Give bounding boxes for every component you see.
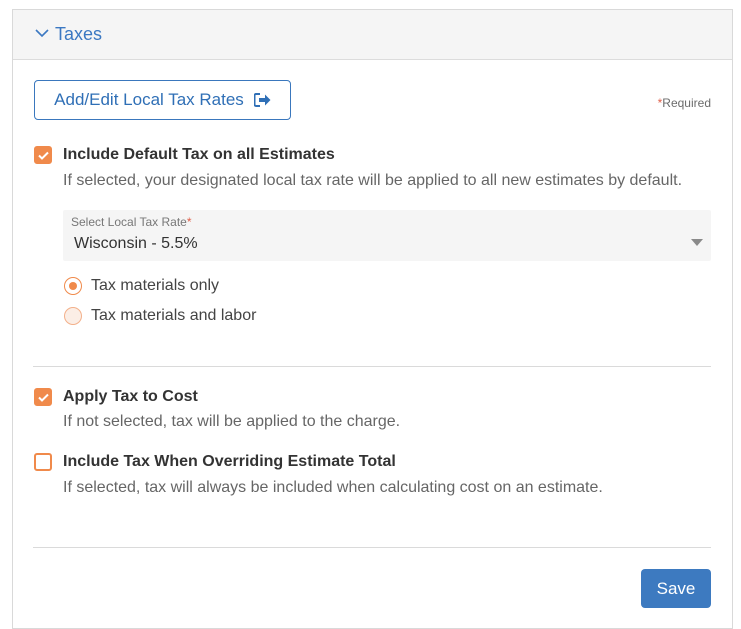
required-note: *Required	[658, 96, 711, 110]
default-tax-checkbox[interactable]	[34, 146, 52, 164]
add-edit-button-label: Add/Edit Local Tax Rates	[54, 90, 244, 109]
override-total-title: Include Tax When Overriding Estimate Tot…	[63, 453, 396, 470]
divider	[33, 366, 711, 367]
dropdown-caret-icon	[691, 239, 703, 246]
override-total-description: If selected, tax will always be included…	[63, 479, 603, 496]
radio-tax-materials-and-labor[interactable]	[64, 307, 82, 325]
radio-label-materials-and-labor[interactable]: Tax materials and labor	[91, 307, 256, 325]
panel-header[interactable]: Taxes	[13, 10, 732, 60]
external-link-icon	[253, 93, 271, 107]
taxes-panel: Taxes Add/Edit Local Tax Rates *Required…	[12, 9, 733, 629]
select-value: Wisconsin - 5.5%	[74, 235, 198, 252]
required-text: Required	[662, 96, 711, 110]
save-button[interactable]: Save	[641, 569, 711, 608]
local-tax-rate-select[interactable]: Select Local Tax Rate* Wisconsin - 5.5%	[63, 210, 711, 261]
default-tax-title: Include Default Tax on all Estimates	[63, 146, 335, 163]
radio-label-materials-only[interactable]: Tax materials only	[91, 277, 219, 295]
checkmark-icon	[38, 151, 49, 160]
apply-tax-to-cost-title: Apply Tax to Cost	[63, 388, 198, 405]
apply-tax-to-cost-checkbox[interactable]	[34, 388, 52, 406]
chevron-down-icon[interactable]	[35, 28, 49, 38]
panel-title[interactable]: Taxes	[55, 24, 102, 45]
divider	[33, 547, 711, 548]
apply-tax-to-cost-description: If not selected, tax will be applied to …	[63, 413, 401, 430]
override-total-checkbox[interactable]	[34, 453, 52, 471]
checkmark-icon	[38, 393, 49, 402]
select-required-star: *	[186, 215, 192, 229]
radio-tax-materials-only[interactable]	[64, 277, 82, 295]
select-label: Select Local Tax Rate*	[71, 215, 192, 229]
default-tax-description: If selected, your designated local tax r…	[63, 172, 683, 189]
add-edit-local-tax-rates-button[interactable]: Add/Edit Local Tax Rates	[34, 80, 291, 120]
